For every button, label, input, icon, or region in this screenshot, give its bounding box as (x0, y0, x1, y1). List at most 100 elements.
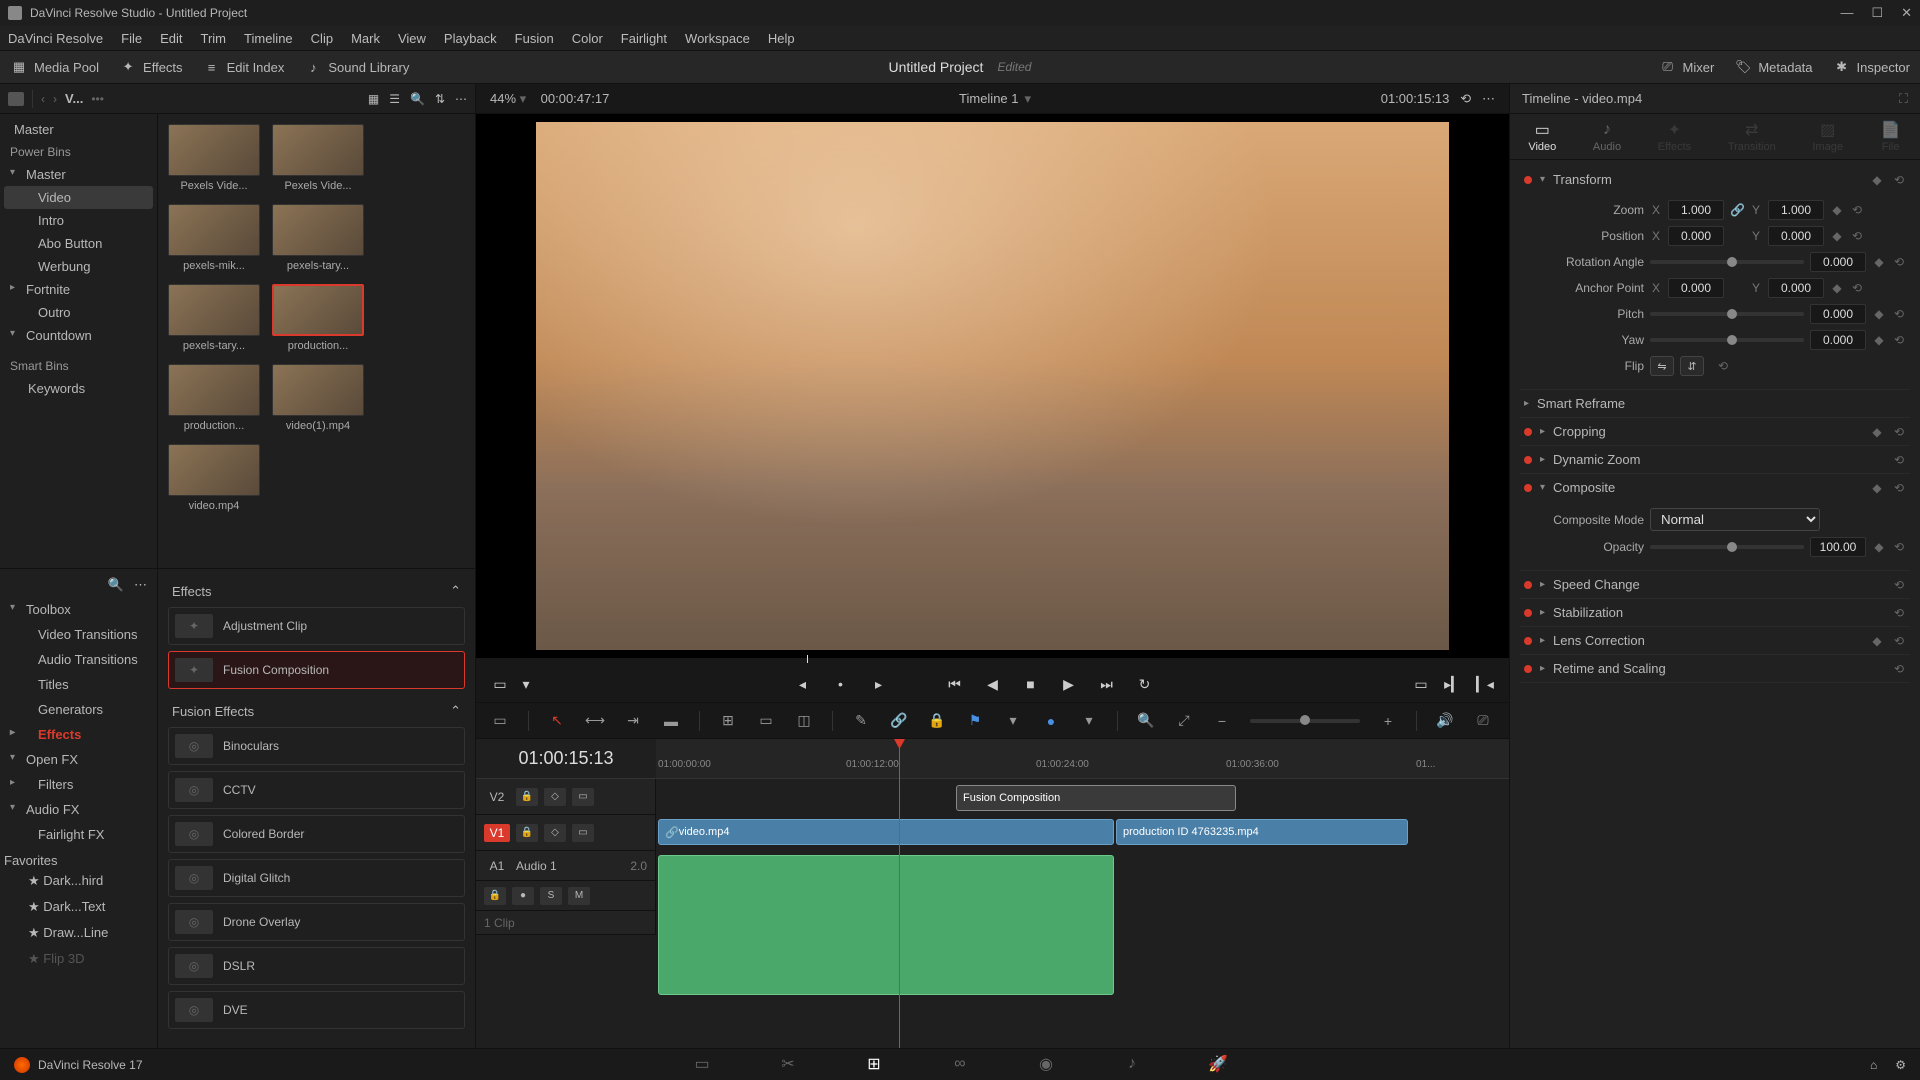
a1-mute[interactable]: M (568, 887, 590, 905)
page-cut[interactable]: ✂ (775, 1054, 801, 1074)
bin-outro[interactable]: Outro (4, 301, 153, 324)
prev-clip-icon[interactable]: ▎◂ (1475, 674, 1495, 694)
v1-enable[interactable]: ▭ (572, 824, 594, 842)
flip-v[interactable]: ⇵ (1680, 356, 1704, 376)
media-clip[interactable]: video.mp4 (168, 444, 260, 512)
sound-library-toggle[interactable]: ♪Sound Library (304, 60, 409, 75)
viewer-zoom[interactable]: 44% (490, 91, 516, 106)
close-button[interactable]: ✕ (1901, 5, 1912, 21)
zoom-x[interactable]: 1.000 (1668, 200, 1724, 220)
bin-werbung[interactable]: Werbung (4, 255, 153, 278)
audio-icon[interactable]: 🔊 (1435, 712, 1455, 730)
effect-item[interactable]: ✦Adjustment Clip (168, 607, 465, 645)
fx-nav-gen[interactable]: Generators (4, 697, 153, 722)
zoom-in-icon[interactable]: + (1378, 712, 1398, 730)
bin-countdown[interactable]: Countdown (4, 324, 153, 347)
clip-video2[interactable]: production ID 4763235.mp4 (1116, 819, 1408, 845)
clip-fusion[interactable]: Fusion Composition (956, 785, 1236, 811)
flip-h[interactable]: ⇋ (1650, 356, 1674, 376)
marker-icon[interactable]: ● (1041, 712, 1061, 730)
bin-master-top[interactable]: Master (4, 118, 153, 141)
menu-timeline[interactable]: Timeline (244, 31, 293, 46)
viewer-mode-icon[interactable]: ▭ (490, 674, 510, 694)
anchor-y[interactable]: 0.000 (1768, 278, 1824, 298)
minimize-button[interactable]: — (1840, 5, 1853, 21)
arrow-tool[interactable]: ↖ (547, 712, 567, 730)
replace-icon[interactable]: ◫ (794, 712, 814, 730)
zoom-link[interactable]: 🔗 (1730, 203, 1744, 217)
menu-help[interactable]: Help (768, 31, 795, 46)
edit-index-toggle[interactable]: ≡Edit Index (203, 60, 285, 75)
sec-cropping[interactable]: Cropping (1553, 424, 1606, 439)
metadata-toggle[interactable]: 🏷Metadata (1734, 60, 1812, 75)
sec-speed[interactable]: Speed Change (1553, 577, 1640, 592)
search-icon[interactable]: 🔍 (410, 92, 425, 106)
v1-auto[interactable]: ◇ (544, 824, 566, 842)
fusion-effect-item[interactable]: ◎CCTV (168, 771, 465, 809)
menu-trim[interactable]: Trim (201, 31, 227, 46)
composite-mode-select[interactable]: Normal (1650, 508, 1820, 531)
insert-icon[interactable]: ⊞ (718, 712, 738, 730)
viewer-frame[interactable] (536, 122, 1449, 650)
track-v2-label[interactable]: V2 (484, 790, 510, 804)
sec-transform[interactable]: Transform (1553, 172, 1612, 187)
sec-lens[interactable]: Lens Correction (1553, 633, 1645, 648)
media-clip[interactable]: Pexels Vide... (168, 124, 260, 192)
fx-search-icon[interactable]: 🔍 (108, 577, 124, 593)
fx-nav-toolbox[interactable]: Toolbox (4, 597, 153, 622)
page-deliver[interactable]: 🚀 (1205, 1054, 1231, 1074)
blade-tool[interactable]: ▬ (661, 712, 681, 730)
fav-3[interactable]: ★ Draw...Line (4, 920, 153, 946)
tab-video[interactable]: ▭Video (1528, 121, 1556, 153)
media-clip[interactable]: pexels-mik... (168, 204, 260, 272)
fx-nav-openfx[interactable]: Open FX (4, 747, 153, 772)
viewer-opts-icon[interactable]: ⋯ (1482, 91, 1495, 106)
page-fusion[interactable]: ∞ (947, 1054, 973, 1074)
overwrite-icon[interactable]: ▭ (756, 712, 776, 730)
lock-icon[interactable]: 🔒 (927, 712, 947, 730)
zoom-out-icon[interactable]: − (1212, 712, 1232, 730)
opacity-slider[interactable] (1650, 545, 1804, 549)
collapse-icon[interactable]: ⌃ (450, 703, 461, 719)
tl-zoom-fit-icon[interactable]: ⤢ (1174, 712, 1194, 730)
fx-nav-fairlight[interactable]: Fairlight FX (4, 822, 153, 847)
fav-2[interactable]: ★ Dark...Text (4, 894, 153, 920)
a1-solo[interactable]: S (540, 887, 562, 905)
menu-clip[interactable]: Clip (311, 31, 333, 46)
bin-video[interactable]: Video (4, 186, 153, 209)
zoom-slider[interactable] (1250, 719, 1360, 723)
yaw-val[interactable]: 0.000 (1810, 330, 1866, 350)
inspector-toggle[interactable]: ✱Inspector (1833, 60, 1910, 75)
timeline-name[interactable]: Timeline 1 (959, 91, 1018, 106)
tab-image[interactable]: ▨Image (1812, 121, 1843, 153)
pos-y[interactable]: 0.000 (1768, 226, 1824, 246)
bin-master[interactable]: Master (4, 163, 153, 186)
fx-nav-filters[interactable]: Filters (4, 772, 153, 797)
tab-transition[interactable]: ⇄Transition (1728, 121, 1776, 153)
mixer-toggle[interactable]: ⎚Mixer (1659, 60, 1715, 75)
sec-dynamic-zoom[interactable]: Dynamic Zoom (1553, 452, 1640, 467)
nav-back-icon[interactable]: ‹ (41, 92, 45, 106)
link-icon[interactable]: 🔗 (889, 712, 909, 730)
pitch-val[interactable]: 0.000 (1810, 304, 1866, 324)
rotation-val[interactable]: 0.000 (1810, 252, 1866, 272)
effect-item[interactable]: ✦Fusion Composition (168, 651, 465, 689)
media-clip[interactable]: pexels-tary... (272, 204, 364, 272)
pitch-slider[interactable] (1650, 312, 1804, 316)
media-clip[interactable]: production... (168, 364, 260, 432)
v1-lock[interactable]: 🔒 (516, 824, 538, 842)
menu-file[interactable]: File (121, 31, 142, 46)
pool-view-icon[interactable] (8, 92, 24, 106)
media-clip[interactable]: Pexels Vide... (272, 124, 364, 192)
effects-toggle[interactable]: ✦Effects (119, 60, 183, 75)
go-end-button[interactable]: ⏭ (1097, 674, 1117, 694)
reset-transform[interactable]: ⟲ (1892, 173, 1906, 187)
tab-effects[interactable]: ✦Effects (1658, 121, 1691, 153)
inspector-expand-icon[interactable]: ⛶ (1899, 91, 1908, 107)
media-clip[interactable]: pexels-tary... (168, 284, 260, 352)
menu-edit[interactable]: Edit (160, 31, 182, 46)
fusion-effect-item[interactable]: ◎DSLR (168, 947, 465, 985)
maximize-button[interactable]: ☐ (1871, 5, 1883, 21)
tab-audio[interactable]: ♪Audio (1593, 121, 1621, 153)
mixer-icon[interactable]: ⎚ (1473, 712, 1493, 730)
